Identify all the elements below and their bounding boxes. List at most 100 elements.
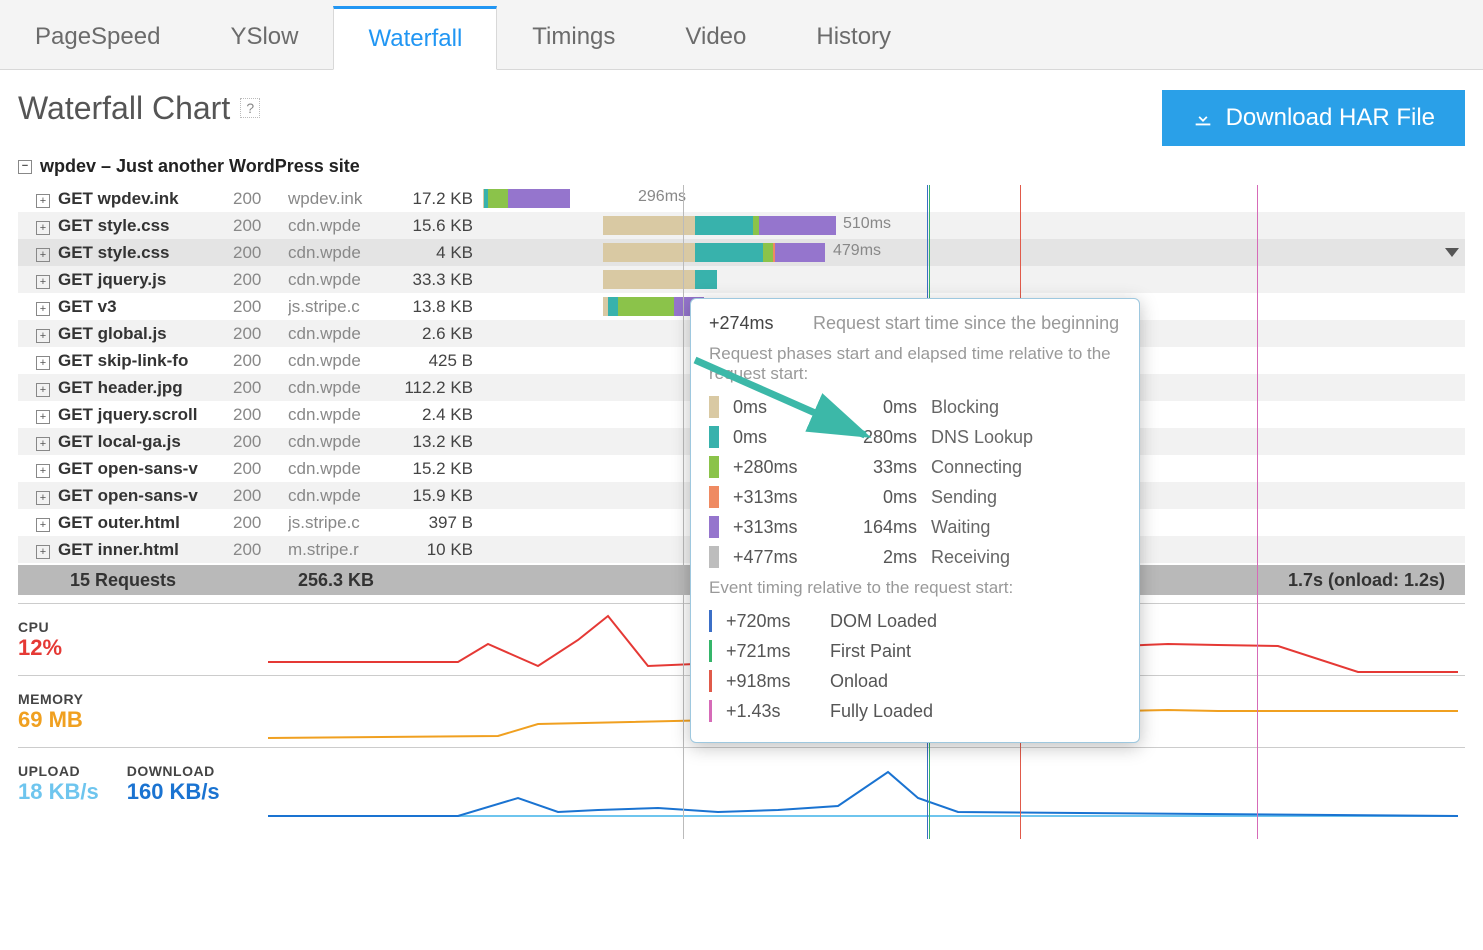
request-name: GET open-sans-v [58,486,233,506]
phase-start: 0ms [733,397,823,418]
phase-name: DNS Lookup [931,427,1121,448]
expand-icon[interactable]: + [36,545,50,559]
request-name: GET wpdev.ink [58,189,233,209]
page-title: Waterfall Chart [18,90,230,126]
tab-history[interactable]: History [781,6,926,69]
phase-start: +313ms [733,517,823,538]
event-row: +1.43s Fully Loaded [709,696,1121,726]
tooltip-start-time: +274ms [709,313,789,334]
request-domain: cdn.wpde [288,270,398,290]
phase-duration: 2ms [837,547,917,568]
tab-waterfall[interactable]: Waterfall [333,6,497,70]
expand-icon[interactable]: + [36,221,50,235]
request-domain: cdn.wpde [288,216,398,236]
request-status: 200 [233,405,288,425]
expand-icon[interactable]: + [36,356,50,370]
request-domain: cdn.wpde [288,351,398,371]
expand-icon[interactable]: + [36,248,50,262]
download-title: DOWNLOAD [127,763,220,779]
phase-duration: 33ms [837,457,917,478]
tab-pagespeed[interactable]: PageSpeed [0,6,195,69]
phase-name: Connecting [931,457,1121,478]
request-detail-tooltip: +274ms Request start time since the begi… [690,298,1140,743]
request-name: GET open-sans-v [58,459,233,479]
request-status: 200 [233,324,288,344]
expand-icon[interactable]: + [36,329,50,343]
request-size: 425 B [398,351,483,371]
phase-start: +477ms [733,547,823,568]
expand-icon[interactable]: + [36,302,50,316]
download-har-button[interactable]: Download HAR File [1162,90,1465,146]
waterfall-row[interactable]: + GET wpdev.ink 200 wpdev.ink 17.2 KB 29… [18,185,1465,212]
request-domain: cdn.wpde [288,459,398,479]
tab-video[interactable]: Video [650,6,781,69]
request-size: 13.8 KB [398,297,483,317]
phase-row: 0ms 280ms DNS Lookup [709,422,1121,452]
phase-duration: 164ms [837,517,917,538]
phase-name: Blocking [931,397,1121,418]
phase-swatch [709,396,719,418]
phase-swatch [709,546,719,568]
event-name: DOM Loaded [830,611,937,632]
phase-swatch [709,426,719,448]
expand-icon[interactable]: + [36,410,50,424]
request-status: 200 [233,459,288,479]
expand-icon[interactable]: + [36,464,50,478]
phase-row: +313ms 0ms Sending [709,482,1121,512]
phase-start: 0ms [733,427,823,448]
phase-start: +313ms [733,487,823,508]
help-icon[interactable]: ? [240,98,260,118]
request-size: 17.2 KB [398,189,483,209]
request-size: 4 KB [398,243,483,263]
request-name: GET skip-link-fo [58,351,233,371]
phase-swatch [709,486,719,508]
memory-value: 69 MB [18,707,83,733]
tab-yslow[interactable]: YSlow [195,6,333,69]
waterfall-row[interactable]: + GET style.css 200 cdn.wpde 4 KB 479ms [18,239,1465,266]
phase-name: Waiting [931,517,1121,538]
request-domain: cdn.wpde [288,243,398,263]
summary-requests: 15 Requests [18,570,298,591]
request-status: 200 [233,270,288,290]
request-name: GET global.js [58,324,233,344]
request-domain: m.stripe.r [288,540,398,560]
event-mark [709,700,712,722]
tab-timings[interactable]: Timings [497,6,650,69]
request-size: 112.2 KB [398,378,483,398]
expand-icon[interactable]: + [36,437,50,451]
request-size: 10 KB [398,540,483,560]
expand-icon[interactable]: + [36,275,50,289]
request-name: GET v3 [58,297,233,317]
request-name: GET jquery.js [58,270,233,290]
request-size: 2.6 KB [398,324,483,344]
expand-icon[interactable]: + [36,491,50,505]
request-size: 15.9 KB [398,486,483,506]
waterfall-root-row[interactable]: − wpdev – Just another WordPress site [18,156,1465,181]
waterfall-row[interactable]: + GET style.css 200 cdn.wpde 15.6 KB 510… [18,212,1465,239]
memory-title: MEMORY [18,691,83,707]
request-domain: wpdev.ink [288,189,398,209]
request-domain: cdn.wpde [288,486,398,506]
download-har-label: Download HAR File [1226,104,1435,132]
request-domain: cdn.wpde [288,324,398,344]
upload-value: 18 KB/s [18,779,99,805]
request-status: 200 [233,297,288,317]
expand-icon[interactable]: + [36,518,50,532]
event-mark [709,610,712,632]
collapse-icon[interactable]: − [18,160,32,174]
upload-title: UPLOAD [18,763,99,779]
phase-row: +280ms 33ms Connecting [709,452,1121,482]
expand-icon[interactable]: + [36,383,50,397]
request-time: 296ms [638,188,686,206]
waterfall-row[interactable]: + GET jquery.js 200 cdn.wpde 33.3 KB [18,266,1465,293]
download-icon [1192,107,1214,129]
request-name: GET style.css [58,216,233,236]
request-status: 200 [233,378,288,398]
event-time: +918ms [726,671,816,692]
request-size: 397 B [398,513,483,533]
request-status: 200 [233,432,288,452]
chevron-down-icon[interactable] [1445,248,1459,257]
tooltip-section-events: Event timing relative to the request sta… [709,578,1121,598]
request-time: 510ms [843,215,891,233]
expand-icon[interactable]: + [36,194,50,208]
